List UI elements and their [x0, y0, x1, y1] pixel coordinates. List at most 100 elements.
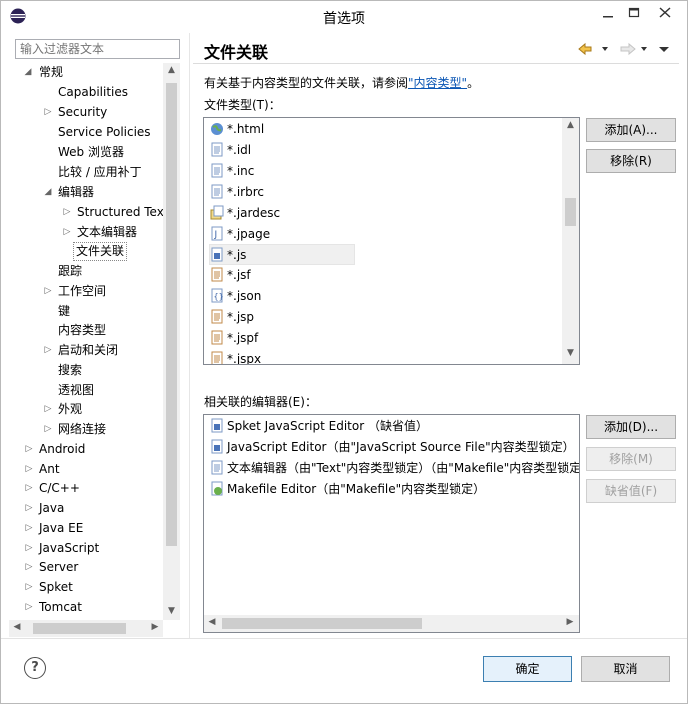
svg-text:J: J: [214, 230, 218, 240]
remove-editor-button[interactable]: 移除(M): [586, 447, 676, 471]
jsf-file-icon: [211, 267, 223, 282]
description-text: 有关基于内容类型的文件关联，请参阅: [204, 76, 409, 90]
collapsed-icon[interactable]: ▷: [43, 282, 53, 301]
json-file-icon: {}: [211, 288, 224, 303]
editors-horizontal-scrollbar[interactable]: ◀ ▶: [204, 615, 579, 632]
scroll-right-icon[interactable]: ▶: [565, 617, 575, 627]
list-item-selected[interactable]: *.js: [209, 244, 355, 265]
remove-file-type-button[interactable]: 移除(R): [586, 149, 676, 173]
window-title: 首选项: [323, 11, 365, 27]
preferences-window: 首选项 ◢ 常规 Capabilities ▷ Security Service…: [0, 0, 688, 704]
scroll-down-icon[interactable]: ▼: [562, 348, 579, 358]
minimize-icon: [603, 16, 613, 18]
description-suffix: 。: [467, 76, 480, 90]
collapsed-icon[interactable]: ▷: [24, 499, 34, 518]
list-item[interactable]: *.idl: [210, 140, 251, 161]
list-item[interactable]: *.jspf: [210, 328, 258, 349]
close-button[interactable]: [647, 3, 683, 23]
list-item[interactable]: JavaScript Editor（由"JavaScript Source Fi…: [210, 437, 575, 458]
expanded-icon[interactable]: ◢: [43, 183, 53, 202]
help-icon[interactable]: ?: [24, 657, 46, 679]
pane-splitter[interactable]: [189, 33, 190, 638]
minimize-button[interactable]: [595, 3, 621, 23]
tree-horizontal-scrollbar[interactable]: ◀ ▶: [9, 620, 163, 637]
collapsed-icon[interactable]: ▷: [24, 460, 34, 479]
list-item[interactable]: *.inc: [210, 161, 254, 182]
collapsed-icon[interactable]: ▷: [24, 479, 34, 498]
scroll-up-icon[interactable]: ▲: [562, 120, 579, 130]
list-item[interactable]: *.html: [210, 119, 264, 140]
content-types-link[interactable]: "内容类型": [408, 76, 467, 90]
list-item[interactable]: *.jsf: [210, 265, 251, 286]
collapsed-icon[interactable]: ▷: [43, 341, 53, 360]
file-types-label: 文件类型(T)：: [204, 98, 281, 112]
filter-input-box[interactable]: [15, 39, 180, 59]
preferences-tree: ◢ 常规 Capabilities ▷ Security Service Pol…: [9, 63, 181, 638]
filter-input[interactable]: [16, 40, 179, 58]
list-item[interactable]: *.jspx: [210, 349, 261, 364]
bottom-separator: [1, 638, 687, 639]
collapsed-icon[interactable]: ▷: [24, 539, 34, 558]
collapsed-icon[interactable]: ▷: [62, 203, 72, 222]
default-editor-button[interactable]: 缺省值(F): [586, 479, 676, 503]
back-icon[interactable]: [578, 42, 592, 56]
maximize-icon: [628, 7, 640, 18]
file-types-scroll-thumb[interactable]: [565, 198, 576, 226]
add-file-type-button[interactable]: 添加(A)...: [586, 118, 676, 142]
tree-scroll-thumb[interactable]: [166, 83, 177, 546]
list-item[interactable]: 文本编辑器（由"Text"内容类型锁定）（由"Makefile"内容类型锁定）: [210, 458, 579, 479]
scroll-right-icon[interactable]: ▶: [150, 622, 160, 632]
add-editor-button[interactable]: 添加(D)...: [586, 415, 676, 439]
page-header-toolbar: [577, 41, 675, 57]
jsp-file-icon: [211, 309, 223, 324]
list-item[interactable]: Spket JavaScript Editor （缺省值）: [210, 416, 428, 437]
expanded-icon[interactable]: ◢: [23, 63, 33, 82]
list-item[interactable]: {} *.json: [210, 286, 261, 307]
tree-hscroll-thumb[interactable]: [33, 623, 126, 634]
tree-vertical-scrollbar[interactable]: ▲ ▼: [163, 63, 180, 620]
file-types-scrollbar[interactable]: ▲ ▼: [562, 118, 579, 364]
forward-dropdown-icon[interactable]: [641, 47, 647, 51]
jspx-file-icon: [211, 351, 223, 364]
close-icon: [659, 7, 671, 18]
forward-icon[interactable]: [620, 42, 636, 56]
list-item[interactable]: J *.jpage: [210, 224, 270, 245]
file-types-list[interactable]: *.html *.idl *.inc *.irbrc *.jardesc J *.…: [203, 117, 580, 365]
title-bar: 首选项: [1, 1, 687, 33]
scroll-left-icon[interactable]: ◀: [12, 622, 22, 632]
collapsed-icon[interactable]: ▷: [62, 223, 72, 242]
collapsed-icon[interactable]: ▷: [24, 598, 34, 617]
ok-button[interactable]: 确定: [483, 656, 572, 682]
list-item[interactable]: *.jardesc: [210, 203, 280, 224]
maximize-button[interactable]: [621, 3, 647, 23]
editors-scroll-thumb[interactable]: [222, 618, 422, 629]
page-description: 有关基于内容类型的文件关联，请参阅"内容类型"。: [204, 74, 479, 91]
java-file-icon: J: [211, 226, 223, 241]
collapsed-icon[interactable]: ▷: [24, 440, 34, 459]
back-dropdown-icon[interactable]: [602, 47, 608, 51]
text-file-icon: [211, 142, 223, 157]
scroll-left-icon[interactable]: ◀: [207, 617, 217, 627]
javascript-editor-icon: [211, 439, 223, 454]
collapsed-icon[interactable]: ▷: [24, 578, 34, 597]
collapsed-icon[interactable]: ▷: [43, 400, 53, 419]
view-menu-icon[interactable]: [659, 47, 669, 52]
collapsed-icon[interactable]: ▷: [43, 103, 53, 122]
jspf-file-icon: [211, 330, 223, 345]
collapsed-icon[interactable]: ▷: [24, 519, 34, 538]
collapsed-icon[interactable]: ▷: [43, 420, 53, 439]
scroll-up-icon[interactable]: ▲: [163, 65, 180, 75]
list-item[interactable]: *.irbrc: [210, 182, 264, 203]
jar-file-icon: [210, 205, 224, 220]
list-item[interactable]: *.jsp: [210, 307, 254, 328]
editors-label: 相关联的编辑器(E)：: [204, 395, 317, 409]
collapsed-icon[interactable]: ▷: [24, 558, 34, 577]
toolbar-icons: [578, 42, 669, 56]
header-separator: [193, 63, 679, 64]
list-item[interactable]: Makefile Editor（由"Makefile"内容类型锁定）: [210, 479, 485, 500]
scroll-down-icon[interactable]: ▼: [163, 606, 180, 616]
page-title: 文件关联: [204, 43, 269, 62]
associated-editors-list[interactable]: Spket JavaScript Editor （缺省值） JavaScript…: [203, 414, 580, 633]
cancel-button[interactable]: 取消: [581, 656, 670, 682]
makefile-editor-icon: [211, 481, 223, 496]
